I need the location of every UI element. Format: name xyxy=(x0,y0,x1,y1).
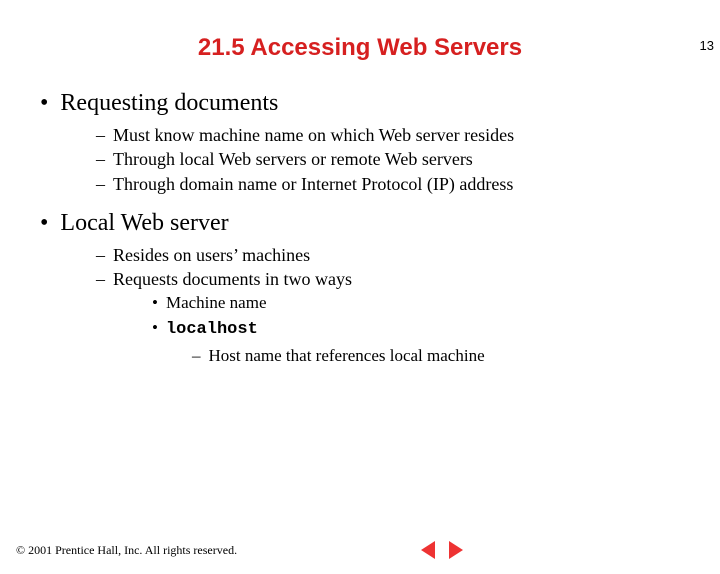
sub-bullet-text: Requests documents in two ways xyxy=(113,269,352,289)
sub-sub-bullet-localhost: • localhost xyxy=(152,316,690,343)
dash-icon: – xyxy=(96,269,105,289)
sub-bullet-text: Resides on users’ machines xyxy=(113,245,310,265)
sub-sub-sub-bullet: –Host name that references local machine xyxy=(192,343,690,369)
dash-icon: – xyxy=(96,174,105,194)
arrow-right-icon xyxy=(449,541,463,559)
dash-icon: – xyxy=(96,125,105,145)
sub-bullet: –Through domain name or Internet Protoco… xyxy=(96,172,690,196)
slide-content: •Requesting documents –Must know machine… xyxy=(0,90,720,368)
bullet-text: Requesting documents xyxy=(60,90,278,116)
bullet-dot-icon: • xyxy=(40,90,48,116)
nav-arrows xyxy=(417,540,467,560)
sub-bullet: –Must know machine name on which Web ser… xyxy=(96,123,690,147)
sub-sub-bullet-text-mono: localhost xyxy=(166,320,258,339)
sub-bullet: –Requests documents in two ways xyxy=(96,267,690,291)
bullet-dot-icon: • xyxy=(40,210,48,236)
bullet-dot-icon: • xyxy=(152,293,158,312)
sub-bullet-text: Through local Web servers or remote Web … xyxy=(113,149,473,169)
sub-sub-bullet: • Machine name xyxy=(152,291,690,316)
copyright-text: © 2001 Prentice Hall, Inc. All rights re… xyxy=(16,543,237,558)
sub-sub-sub-bullet-text: Host name that references local machine xyxy=(209,346,485,365)
slide-title: 21.5 Accessing Web Servers xyxy=(0,34,720,62)
page-number: 13 xyxy=(700,38,714,53)
sub-bullet: –Resides on users’ machines xyxy=(96,243,690,267)
bullet-local-web-server: • Local Web server xyxy=(40,210,690,237)
prev-slide-button[interactable] xyxy=(417,540,439,560)
sub-sub-bullet-text: Machine name xyxy=(166,293,267,312)
sub-bullet-text: Through domain name or Internet Protocol… xyxy=(113,174,513,194)
arrow-left-icon xyxy=(421,541,435,559)
dash-icon: – xyxy=(96,245,105,265)
next-slide-button[interactable] xyxy=(445,540,467,560)
bullet-text: Local Web server xyxy=(60,210,228,236)
dash-icon: – xyxy=(192,346,201,365)
sub-bullet: –Through local Web servers or remote Web… xyxy=(96,147,690,171)
bullet-requesting-documents: • Requesting documents xyxy=(40,90,690,117)
bullet-dot-icon: • xyxy=(152,318,158,337)
sub-bullet-text: Must know machine name on which Web serv… xyxy=(113,125,514,145)
footer: © 2001 Prentice Hall, Inc. All rights re… xyxy=(16,540,704,560)
dash-icon: – xyxy=(96,149,105,169)
